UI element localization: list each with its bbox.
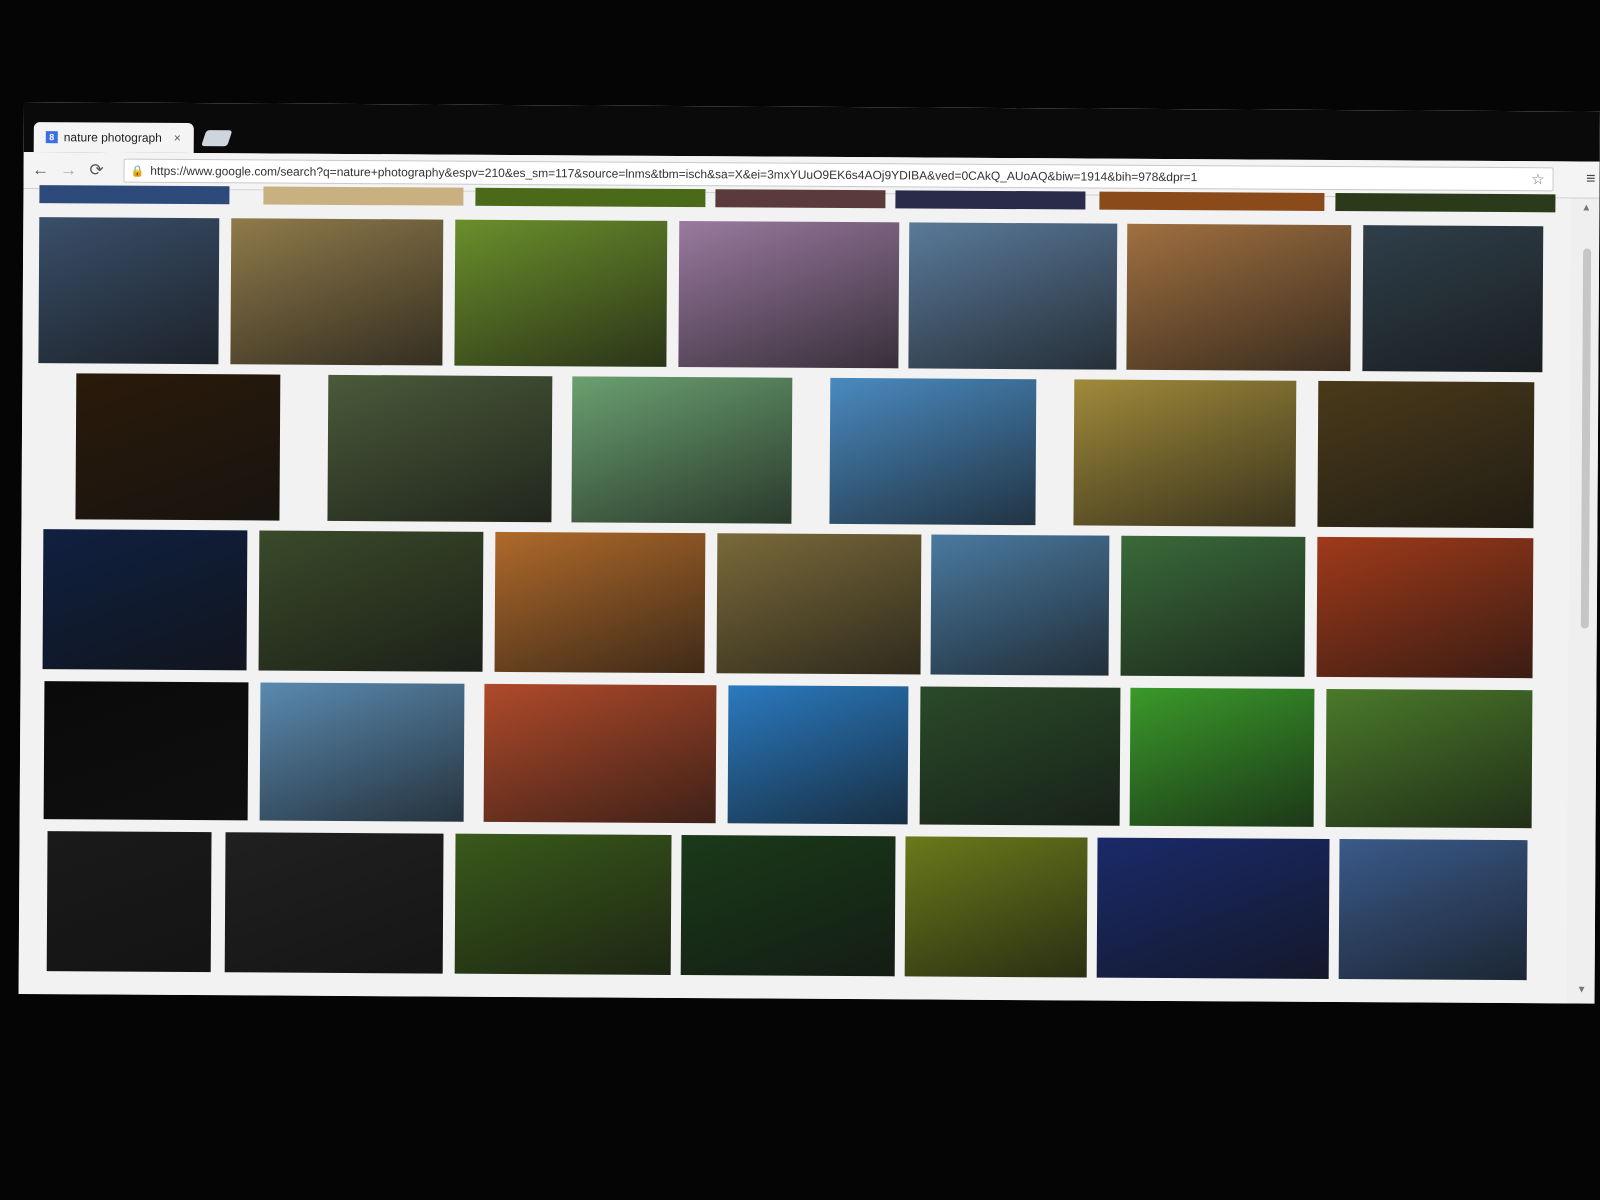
back-button[interactable]: ← bbox=[30, 160, 52, 180]
image-result[interactable] bbox=[571, 376, 793, 524]
image-result[interactable] bbox=[1120, 535, 1306, 677]
menu-icon[interactable]: ≡ bbox=[1586, 171, 1595, 189]
image-result[interactable] bbox=[829, 377, 1037, 526]
image-result[interactable] bbox=[1317, 380, 1535, 529]
image-result[interactable] bbox=[1338, 839, 1528, 981]
image-result[interactable] bbox=[1362, 225, 1544, 373]
image-result[interactable] bbox=[678, 221, 900, 369]
image-result[interactable] bbox=[1073, 379, 1297, 527]
image-result[interactable] bbox=[259, 682, 465, 822]
image-result[interactable] bbox=[42, 529, 248, 671]
browser-window: 8 nature photograph × ← → ⟳ 🔒 https://ww… bbox=[18, 102, 1600, 1004]
bookmark-star-icon[interactable]: ☆ bbox=[1531, 170, 1545, 188]
image-result[interactable] bbox=[39, 185, 230, 205]
image-result[interactable] bbox=[716, 533, 922, 675]
image-result[interactable] bbox=[727, 685, 909, 825]
tab-nature-photography[interactable]: 8 nature photograph × bbox=[33, 122, 194, 154]
image-result[interactable] bbox=[1335, 193, 1556, 213]
scroll-up-icon[interactable]: ▲ bbox=[1581, 203, 1591, 214]
image-result[interactable] bbox=[454, 833, 672, 975]
image-result[interactable] bbox=[263, 186, 464, 206]
image-results-grid bbox=[18, 185, 1572, 1004]
image-result[interactable] bbox=[919, 686, 1121, 826]
image-result[interactable] bbox=[483, 683, 717, 824]
image-result[interactable] bbox=[75, 373, 281, 521]
image-result[interactable] bbox=[904, 836, 1088, 978]
forward-button[interactable]: → bbox=[58, 160, 80, 180]
image-result[interactable] bbox=[680, 835, 896, 977]
lock-icon: 🔒 bbox=[130, 165, 145, 178]
image-result[interactable] bbox=[895, 190, 1086, 210]
image-result[interactable] bbox=[1129, 687, 1315, 827]
url-text[interactable]: https://www.google.com/search?q=nature+p… bbox=[150, 164, 1531, 186]
image-result[interactable] bbox=[1325, 688, 1533, 829]
image-result[interactable] bbox=[1126, 223, 1352, 372]
image-result[interactable] bbox=[46, 831, 212, 973]
image-result[interactable] bbox=[43, 681, 249, 821]
tab-title: nature photograph bbox=[63, 130, 162, 145]
reload-button[interactable]: ⟳ bbox=[86, 160, 108, 180]
image-result[interactable] bbox=[327, 374, 553, 523]
new-tab-button[interactable] bbox=[201, 130, 233, 147]
scrollbar-thumb[interactable] bbox=[1580, 248, 1592, 629]
image-result[interactable] bbox=[475, 187, 706, 208]
image-result[interactable] bbox=[494, 531, 706, 674]
image-result[interactable] bbox=[38, 217, 220, 365]
image-result[interactable] bbox=[224, 832, 444, 974]
image-result[interactable] bbox=[230, 218, 444, 366]
image-result[interactable] bbox=[1096, 837, 1330, 979]
image-result[interactable] bbox=[908, 222, 1118, 370]
vertical-scrollbar[interactable]: ▲ ▼ bbox=[1566, 198, 1600, 1004]
image-result[interactable] bbox=[258, 530, 484, 672]
scroll-down-icon[interactable]: ▼ bbox=[1577, 985, 1587, 996]
image-result[interactable] bbox=[715, 189, 886, 209]
image-result[interactable] bbox=[454, 219, 668, 367]
image-result[interactable] bbox=[1316, 536, 1534, 679]
close-tab-icon[interactable]: × bbox=[174, 131, 181, 145]
image-result[interactable] bbox=[930, 534, 1110, 676]
image-result[interactable] bbox=[1099, 191, 1325, 211]
google-favicon-icon: 8 bbox=[45, 131, 58, 144]
